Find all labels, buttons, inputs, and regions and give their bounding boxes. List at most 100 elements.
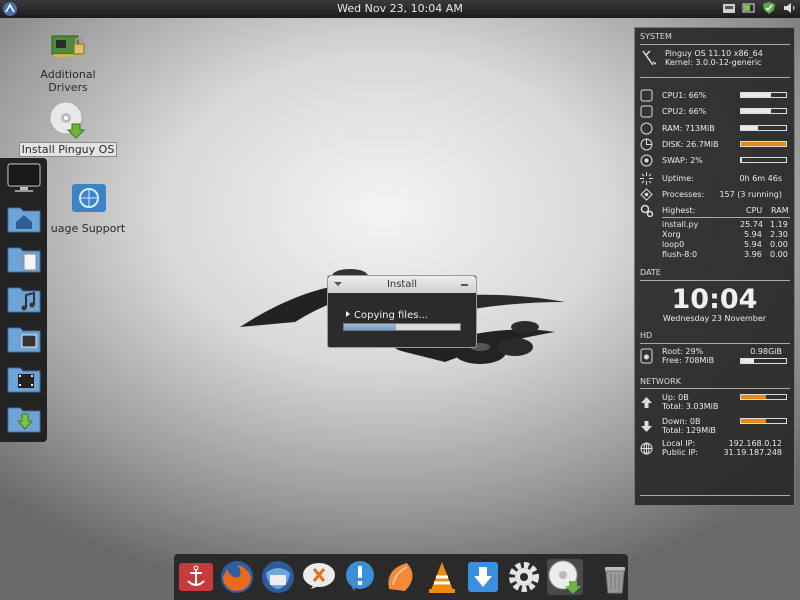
wrench-icon: [640, 49, 657, 67]
ram-label: RAM: 713MiB: [662, 123, 715, 133]
swap-row: SWAP: 2%: [640, 153, 790, 167]
cd-install-icon[interactable]: [547, 559, 583, 595]
disk-icon: [640, 138, 653, 151]
system-header: SYSTEM: [640, 32, 672, 41]
downloads-folder-icon[interactable]: [0, 398, 47, 438]
cpu1-row: CPU1: 66%: [640, 88, 790, 102]
vlc-icon[interactable]: [424, 559, 460, 595]
pidgin-icon[interactable]: [301, 559, 337, 595]
sound-icon[interactable]: [782, 1, 796, 15]
upload-total: Total: 3.03MiB: [662, 402, 719, 411]
desktop-icon-label: Install Pinguy OS: [18, 142, 118, 157]
shield-icon[interactable]: [762, 1, 776, 15]
upload-bar: [740, 394, 787, 400]
os-row: Pinguy OS 11.10 x86_64 Kernel: 3.0.0-12-…: [640, 48, 790, 68]
cpu1-label: CPU1: 66%: [662, 90, 707, 100]
language-globe-icon: [68, 180, 108, 220]
cpu1-bar: [740, 92, 787, 98]
disk-bar: [740, 141, 787, 147]
globe-icon: [640, 442, 653, 455]
home-folder-icon[interactable]: [0, 198, 47, 238]
download-bar: [740, 418, 787, 424]
cd-install-icon: [48, 100, 88, 140]
empathy-icon[interactable]: [342, 559, 378, 595]
bottom-dock: [174, 554, 628, 600]
download-speed: Down: 0B: [662, 417, 701, 426]
process-ram: 0.00: [770, 249, 788, 259]
process-ram: 0.00: [770, 239, 788, 249]
install-window-titlebar[interactable]: Install: [328, 276, 476, 293]
divider: [640, 388, 790, 389]
desktop-icon-install[interactable]: Install Pinguy OS: [18, 100, 118, 157]
network-icon[interactable]: [722, 1, 736, 15]
public-ip-value: 31.19.187.248: [723, 448, 782, 457]
process-name: loop0: [662, 239, 685, 249]
swap-bar: [740, 157, 787, 163]
desktop-icon-additional-drivers[interactable]: Additional Drivers: [18, 26, 118, 94]
process-row: loop0 5.94 0.00: [640, 239, 790, 249]
process-cpu: 25.74: [740, 219, 763, 229]
anchor-icon[interactable]: [178, 559, 214, 595]
trash-icon[interactable]: [597, 559, 633, 595]
clementine-icon[interactable]: [383, 559, 419, 595]
divider: [640, 77, 790, 78]
process-name: flush-8:0: [662, 249, 698, 259]
uptime-icon: [640, 171, 653, 185]
downloader-icon[interactable]: [465, 559, 501, 595]
thunderbird-icon[interactable]: [260, 559, 296, 595]
processes-icon: [640, 187, 653, 201]
ram-bar: [740, 125, 787, 131]
divider: [640, 44, 790, 45]
process-cpu: 5.94: [744, 229, 762, 239]
ip-row: Local IP: Public IP: 192.168.0.12 31.19.…: [640, 438, 790, 458]
cpu2-label: CPU2: 66%: [662, 106, 707, 116]
divider: [640, 280, 790, 281]
download-bar-fill: [741, 419, 766, 423]
videos-folder-icon[interactable]: [0, 358, 47, 398]
swap-bar-fill: [741, 158, 742, 162]
install-window-title: Install: [386, 279, 418, 290]
music-folder-icon[interactable]: [0, 278, 47, 318]
download-total: Total: 129MiB: [662, 426, 716, 435]
install-window: Install Copying files...: [327, 275, 477, 348]
ram-icon: [640, 122, 653, 135]
documents-folder-icon[interactable]: [0, 238, 47, 278]
kernel-version: Kernel: 3.0.0-12-generic: [665, 58, 762, 67]
public-ip-label: Public IP:: [662, 448, 699, 457]
process-cpu: 3.96: [744, 249, 762, 259]
desktop-icon-label: uage Support: [50, 222, 126, 235]
local-ip-label: Local IP:: [662, 439, 696, 448]
install-status: Copying files...: [346, 310, 428, 321]
desktop-icon-label: Additional Drivers: [40, 68, 96, 94]
install-status-text: Copying files...: [354, 310, 428, 321]
disk-row: DISK: 26.7MiB: [640, 137, 790, 151]
battery-icon[interactable]: [742, 1, 756, 15]
expander-arrow-icon[interactable]: [346, 311, 350, 317]
settings-gear-icon[interactable]: [506, 559, 542, 595]
gears-icon: [640, 204, 654, 217]
free-space: Free: 708MiB: [662, 356, 715, 365]
process-name: install.py: [662, 219, 699, 229]
window-menu-icon[interactable]: [334, 282, 342, 286]
divider: [662, 217, 790, 218]
upload-row: Up: 0B Total: 3.03MiB: [640, 392, 790, 412]
pictures-folder-icon[interactable]: [0, 318, 47, 358]
upload-bar-fill: [741, 395, 766, 399]
highest-row: Highest: CPU RAM: [640, 203, 790, 217]
firefox-icon[interactable]: [219, 559, 255, 595]
panel-clock[interactable]: Wed Nov 23, 10:04 AM: [0, 2, 800, 15]
processes-row: Processes: 157 (3 running): [640, 187, 790, 201]
disk-bar-fill: [741, 142, 786, 146]
desktop-icon-language-support[interactable]: uage Support: [38, 180, 138, 235]
network-header: NETWORK: [640, 377, 681, 386]
hd-bar-fill: [741, 359, 755, 363]
ram-column-header: RAM: [771, 205, 789, 215]
processes-value: 157 (3 running): [719, 189, 782, 199]
download-arrow-icon: [640, 420, 653, 433]
cpu2-bar: [740, 108, 787, 114]
side-dock: [0, 158, 47, 442]
monitor-icon[interactable]: [0, 158, 47, 198]
conky-date: Wednesday 23 November: [662, 314, 767, 323]
minimize-icon[interactable]: [461, 284, 468, 286]
process-row: Xorg 5.94 2.30: [640, 229, 790, 239]
